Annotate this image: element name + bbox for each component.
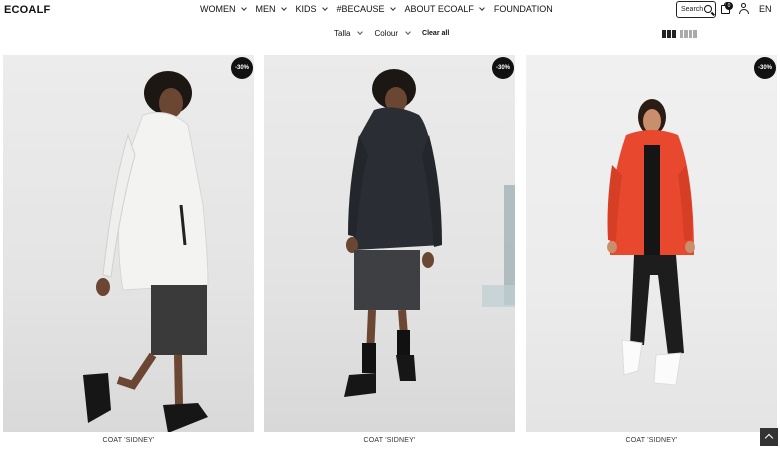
- filter-bar: Talla Colour Clear all: [334, 29, 449, 38]
- chevron-down-icon: [479, 4, 485, 11]
- product-photo-red-coat: [607, 99, 695, 386]
- nav-item-women[interactable]: WOMEN: [200, 4, 247, 14]
- product-name[interactable]: COAT 'SIDNEY': [264, 437, 515, 444]
- main-nav: WOMEN MEN KIDS #BECAUSE ABOUT ECOALF FOU…: [200, 4, 563, 14]
- product-card-1[interactable]: -30%: [3, 55, 254, 432]
- search-icon: [704, 5, 712, 13]
- nav-label: MEN: [255, 4, 276, 14]
- nav-item-because[interactable]: #BECAUSE: [336, 4, 396, 14]
- discount-badge: -30%: [231, 57, 253, 79]
- site-header: ECOALF WOMEN MEN KIDS #BECAUSE ABOUT ECO…: [0, 0, 780, 20]
- nav-item-about[interactable]: ABOUT ECOALF: [404, 4, 485, 14]
- nav-item-men[interactable]: MEN: [255, 4, 287, 14]
- product-photo-white-coat: [83, 71, 209, 432]
- four-column-grid-icon[interactable]: [680, 30, 697, 38]
- product-card-3[interactable]: -30%: [526, 55, 777, 432]
- nav-label: ABOUT ECOALF: [404, 4, 474, 14]
- discount-badge: -30%: [492, 57, 514, 79]
- filter-colour[interactable]: Colour: [374, 29, 411, 38]
- back-to-top-button[interactable]: [760, 428, 778, 446]
- logo[interactable]: ECOALF: [4, 4, 50, 16]
- search-label: Search: [681, 6, 704, 13]
- product-photo-navy-coat: [344, 69, 515, 397]
- user-icon[interactable]: [738, 3, 749, 15]
- chevron-down-icon: [321, 4, 328, 11]
- three-column-grid-icon[interactable]: [662, 30, 676, 38]
- chevron-down-icon: [240, 4, 247, 11]
- language-selector[interactable]: EN: [759, 4, 772, 14]
- nav-label: #BECAUSE: [336, 4, 385, 14]
- chevron-down-icon: [280, 4, 287, 11]
- search-button[interactable]: Search: [676, 1, 716, 18]
- bag-count-badge: 0: [725, 2, 733, 10]
- product-name[interactable]: COAT 'SIDNEY': [3, 437, 254, 444]
- discount-badge: -30%: [754, 57, 776, 79]
- filter-colour-label: Colour: [374, 29, 399, 38]
- user-icon-body: [738, 9, 749, 14]
- nav-label: FOUNDATION: [493, 4, 553, 14]
- product-name[interactable]: COAT 'SIDNEY': [526, 437, 777, 444]
- nav-item-kids[interactable]: KIDS: [295, 4, 328, 14]
- filter-size-label: Talla: [334, 29, 351, 38]
- chevron-down-icon: [405, 29, 411, 35]
- chevron-down-icon: [357, 29, 364, 35]
- product-card-2[interactable]: -30%: [264, 55, 515, 432]
- user-icon-head: [741, 3, 746, 8]
- clear-all-button[interactable]: Clear all: [422, 30, 449, 37]
- grid-view-toggle: [662, 30, 697, 38]
- nav-item-foundation[interactable]: FOUNDATION: [494, 4, 553, 14]
- nav-label: WOMEN: [200, 4, 236, 14]
- chevron-down-icon: [389, 4, 396, 11]
- filter-size[interactable]: Talla: [334, 29, 364, 38]
- nav-label: KIDS: [295, 4, 317, 14]
